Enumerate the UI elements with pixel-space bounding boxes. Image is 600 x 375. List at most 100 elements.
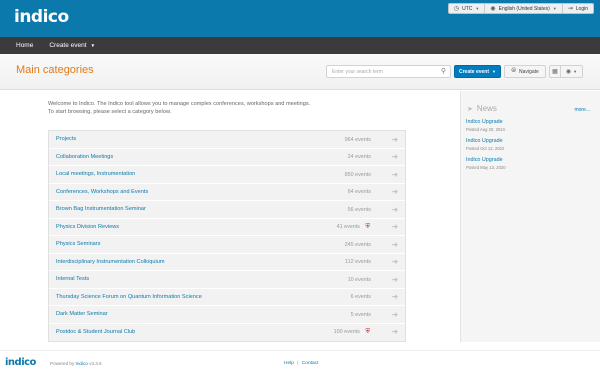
category-event-count: 24 events (347, 154, 371, 160)
news-item-title[interactable]: Indico Upgrade (466, 138, 504, 144)
category-event-count: 56 events (347, 206, 371, 213)
language-label: English (United States) (498, 5, 550, 12)
timezone-selector[interactable]: ◷ UTC ▼ (449, 4, 485, 13)
arrow-right-icon[interactable]: ➔ (392, 170, 398, 179)
chevron-down-icon: ▼ (552, 6, 557, 11)
category-event-count: 64 events (347, 189, 371, 195)
help-link[interactable]: Help (284, 361, 294, 366)
category-row[interactable]: Physics Division Reviews 41 events ⛨ ➔ (49, 219, 405, 236)
welcome-line-1: Welcome to Indico. The Indico tool allow… (48, 101, 311, 107)
welcome-line-2: To start browsing, please select a categ… (48, 109, 172, 115)
news-heading-label: News (476, 104, 497, 113)
navigate-button-label: Navigate (519, 68, 539, 75)
nav-create-event[interactable]: Create event ▼ (49, 42, 95, 49)
news-item-date: Posted May 13, 2020 (466, 165, 506, 170)
news-item-title[interactable]: Indico Upgrade (466, 157, 506, 163)
news-item: Indico Upgrade Posted Aug 20, 2024 (466, 119, 505, 132)
navigate-button[interactable]: ⦾ Navigate (504, 65, 546, 78)
powered-by: Powered by Indico v3.3.6 (50, 361, 102, 366)
category-row[interactable]: Projects 964 events ➔ (49, 131, 405, 149)
indico-link[interactable]: Indico (76, 361, 88, 366)
category-list: Projects 964 events ➔ Collaboration Meeting… (48, 130, 406, 342)
footer-separator: | (297, 361, 299, 366)
category-row[interactable]: Physics Seminars 245 events ➔ (49, 236, 405, 254)
category-event-count: 112 events (345, 259, 371, 265)
category-event-count: 850 events (344, 171, 371, 178)
calendar-icon: ▦ (552, 69, 558, 75)
language-selector[interactable]: ◉ English (United States) ▼ (484, 4, 561, 13)
create-event-button[interactable]: Create event ▼ (454, 65, 501, 78)
arrow-right-icon[interactable]: ➔ (392, 222, 398, 231)
top-header: indico ◷ UTC ▼ ◉ English (United States)… (0, 0, 600, 37)
news-item-title[interactable]: Indico Upgrade (466, 119, 505, 125)
header-tools: ◷ UTC ▼ ◉ English (United States) ▼ ⇥ Lo… (447, 3, 594, 14)
category-row[interactable]: Interdisciplinary Instrumentation Colloq… (49, 254, 405, 271)
footer-links: Help | Contact (284, 361, 318, 366)
contact-link[interactable]: Contact (302, 361, 319, 366)
powered-by-label: Powered by (50, 361, 75, 366)
category-event-count: 41 events (336, 224, 360, 230)
category-row[interactable]: Internal Tests 10 events ➔ (49, 271, 405, 289)
login-icon: ⇥ (567, 6, 573, 12)
category-row[interactable]: Postdoc & Student Journal Club 100 events… (49, 324, 405, 342)
arrow-right-icon[interactable]: ➔ (392, 310, 398, 319)
news-sidebar: ➤ News more... Indico Upgrade Posted Aug… (460, 91, 600, 342)
arrow-right-icon[interactable]: ➔ (392, 152, 398, 161)
arrow-right-icon[interactable]: ➔ (392, 240, 398, 249)
welcome-text: Welcome to Indico. The Indico tool allow… (48, 100, 408, 116)
shield-icon: ⛨ (365, 328, 370, 335)
login-label: Login (575, 5, 588, 12)
page-title: Main categories (16, 64, 94, 76)
arrow-right-icon[interactable]: ➔ (392, 257, 398, 266)
news-heading: ➤ News (467, 104, 497, 113)
footer-logo[interactable]: indico (5, 357, 36, 368)
category-event-count: 10 events (347, 276, 371, 283)
arrow-right-icon[interactable]: ➔ (392, 135, 398, 144)
timezone-label: UTC (462, 5, 473, 12)
news-item: Indico Upgrade Posted Oct 12, 2022 (466, 138, 504, 151)
category-event-count: 6 events (350, 294, 371, 300)
search-box[interactable]: ⚲ (326, 65, 451, 78)
arrow-right-icon[interactable]: ➔ (392, 187, 398, 196)
category-row[interactable]: Dark Matter Seminar 5 events ➔ (49, 306, 405, 324)
create-event-button-label: Create event (459, 68, 490, 75)
category-row[interactable]: Conferences, Workshops and Events 64 even… (49, 184, 405, 201)
news-more-link[interactable]: more... (574, 107, 590, 113)
category-event-count: 245 events (344, 241, 371, 248)
version-label: v3.3.6 (89, 361, 102, 366)
footer: indico Powered by Indico v3.3.6 Help | C… (0, 350, 600, 375)
indico-logo[interactable]: indico (14, 7, 69, 27)
arrow-right-icon[interactable]: ➔ (392, 275, 398, 284)
search-input[interactable] (332, 66, 432, 77)
megaphone-icon: ➤ (467, 105, 473, 113)
shield-icon: ⛨ (365, 223, 370, 230)
clock-icon: ◷ (453, 6, 460, 12)
category-row[interactable]: Local meetings, Instrumentation 850 event… (49, 166, 405, 184)
arrow-right-icon[interactable]: ➔ (392, 205, 398, 214)
nav-create-event-label: Create event (49, 42, 87, 49)
logo-text: indico (14, 7, 69, 27)
news-item-date: Posted Aug 20, 2024 (466, 127, 505, 132)
category-row[interactable]: Brown Bag Instrumentation Seminar 56 even… (49, 201, 405, 219)
arrow-right-icon[interactable]: ➔ (392, 292, 398, 301)
nav-home-label: Home (16, 42, 34, 49)
category-event-count: 5 events (350, 311, 371, 318)
nav-home[interactable]: Home (16, 42, 33, 49)
globe-icon: ◉ (490, 6, 496, 12)
search-icon[interactable]: ⚲ (441, 67, 446, 75)
news-item: Indico Upgrade Posted May 13, 2020 (466, 157, 506, 170)
main-nav: Home Create event ▼ (0, 37, 600, 54)
chevron-down-icon: ▼ (492, 69, 496, 74)
news-item-date: Posted Oct 12, 2022 (466, 146, 505, 151)
category-row[interactable]: Thursday Science Forum on Quantum Inform… (49, 289, 405, 306)
arrow-right-icon[interactable]: ➔ (392, 327, 398, 336)
calendar-button[interactable]: ▦ (549, 65, 561, 78)
view-options-button[interactable]: ◉ ▼ (561, 65, 583, 78)
category-row[interactable]: Collaboration Meetings 24 events ➔ (49, 149, 405, 166)
category-event-count: 100 events (333, 329, 360, 335)
category-event-count: 964 events (344, 136, 371, 143)
login-link[interactable]: ⇥ Login (561, 4, 593, 13)
compass-icon: ⦾ (511, 68, 517, 74)
eye-icon: ◉ (565, 69, 572, 75)
footer-logo-text: indico (5, 357, 36, 368)
